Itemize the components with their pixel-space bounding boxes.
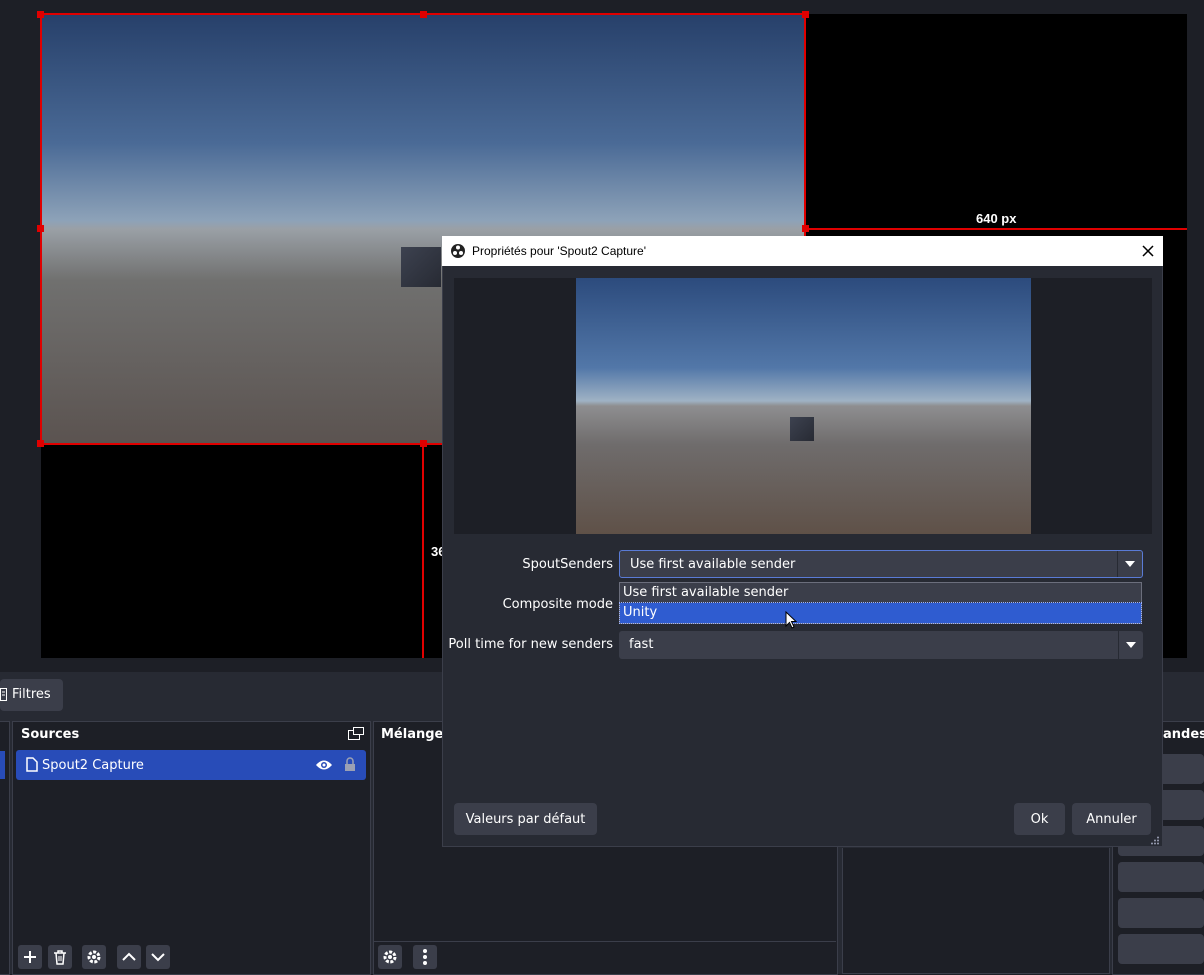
source-item-label: Spout2 Capture bbox=[42, 758, 144, 773]
move-source-up-button[interactable] bbox=[117, 945, 141, 969]
add-source-button[interactable] bbox=[18, 945, 42, 969]
obs-logo-icon bbox=[451, 244, 465, 258]
resize-grip-icon[interactable] bbox=[1151, 836, 1160, 845]
spout-senders-dropdown: Use first available sender Unity bbox=[619, 582, 1142, 624]
gear-icon bbox=[383, 950, 397, 964]
source-properties-button[interactable] bbox=[82, 945, 106, 969]
poll-time-label: Poll time for new senders bbox=[448, 637, 613, 652]
spout-senders-select[interactable]: Use first available sender bbox=[619, 550, 1143, 578]
control-button-6[interactable] bbox=[1118, 934, 1204, 964]
scene-item-selected[interactable] bbox=[0, 751, 5, 779]
selection-border-right bbox=[804, 14, 806, 236]
trash-icon bbox=[54, 949, 66, 965]
chevron-down-icon bbox=[1118, 631, 1143, 659]
spout-senders-value: Use first available sender bbox=[630, 557, 796, 572]
source-item-spout2[interactable]: Spout2 Capture bbox=[16, 750, 366, 780]
arrow-down-icon bbox=[151, 953, 165, 962]
filters-button[interactable]: Filtres bbox=[0, 679, 63, 711]
lock-icon[interactable] bbox=[344, 757, 356, 772]
close-icon[interactable] bbox=[1142, 245, 1154, 257]
eye-icon[interactable] bbox=[315, 759, 333, 771]
resize-handle-bottom-left[interactable] bbox=[37, 440, 44, 447]
selection-border-bottom bbox=[41, 443, 442, 445]
filter-icon bbox=[0, 688, 7, 701]
remove-source-button[interactable] bbox=[48, 945, 72, 969]
dropdown-option-highlighted[interactable]: Unity bbox=[619, 602, 1142, 624]
transitions-panel bbox=[842, 848, 1110, 974]
dialog-preview-scene bbox=[576, 278, 1031, 534]
cancel-button[interactable]: Annuler bbox=[1072, 803, 1151, 835]
defaults-button[interactable]: Valeurs par défaut bbox=[454, 803, 597, 835]
resize-handle-top-right[interactable] bbox=[802, 11, 809, 18]
distance-guide-vertical bbox=[422, 445, 424, 658]
scene-cube bbox=[401, 247, 441, 287]
more-vertical-icon bbox=[423, 949, 427, 965]
distance-label-width: 640 px bbox=[976, 211, 1017, 226]
control-button-5[interactable] bbox=[1118, 898, 1204, 928]
poll-time-value: fast bbox=[629, 637, 654, 652]
resize-handle-left[interactable] bbox=[37, 225, 44, 232]
mixer-divider bbox=[374, 941, 836, 942]
poll-time-select[interactable]: fast bbox=[619, 631, 1143, 659]
composite-mode-label: Composite mode bbox=[502, 597, 613, 612]
ok-button[interactable]: Ok bbox=[1014, 803, 1065, 835]
dialog-scene-cube bbox=[790, 417, 814, 441]
dropdown-option-label: Unity bbox=[623, 605, 658, 620]
gear-icon bbox=[87, 950, 101, 964]
arrow-up-icon bbox=[122, 952, 136, 961]
resize-handle-top-left[interactable] bbox=[37, 11, 44, 18]
plus-icon bbox=[24, 951, 36, 963]
chevron-down-icon bbox=[1117, 551, 1142, 577]
mouse-cursor-icon bbox=[785, 611, 797, 629]
controls-title: andes bbox=[1163, 727, 1204, 742]
sources-title: Sources bbox=[21, 727, 80, 742]
move-source-down-button[interactable] bbox=[146, 945, 170, 969]
mixer-menu-button[interactable] bbox=[413, 945, 437, 969]
dropdown-option-label: Use first available sender bbox=[623, 585, 789, 600]
file-icon bbox=[26, 757, 38, 772]
distance-guide-horizontal bbox=[806, 228, 1187, 230]
filters-label: Filtres bbox=[12, 687, 51, 702]
dropdown-option[interactable]: Use first available sender bbox=[620, 583, 1141, 603]
spout-senders-label: SpoutSenders bbox=[522, 557, 613, 572]
undock-icon[interactable] bbox=[348, 727, 364, 741]
control-button-4[interactable] bbox=[1118, 862, 1204, 892]
dialog-title: Propriétés pour 'Spout2 Capture' bbox=[472, 244, 647, 258]
mixer-advanced-settings-button[interactable] bbox=[378, 945, 402, 969]
resize-handle-top[interactable] bbox=[420, 11, 427, 18]
